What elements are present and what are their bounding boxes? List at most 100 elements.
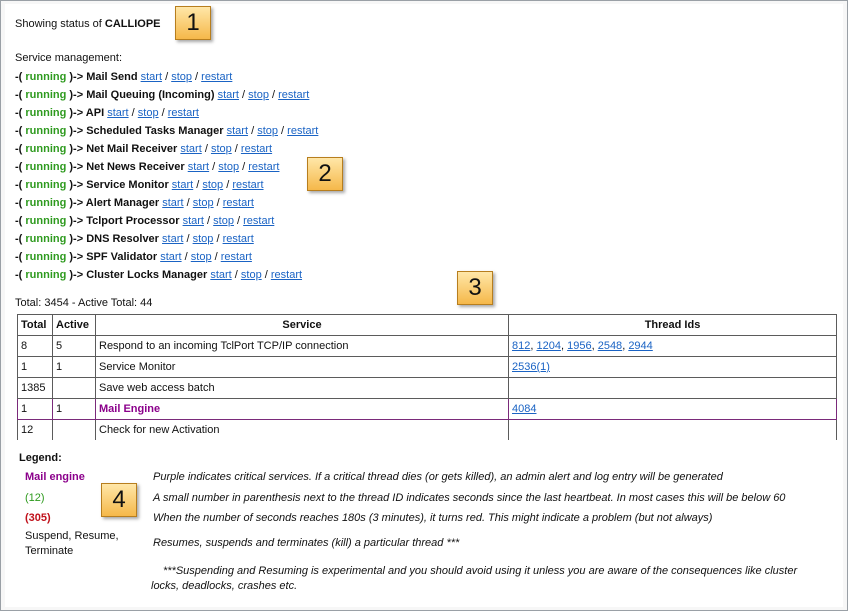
service-stop-link[interactable]: stop: [138, 107, 159, 119]
service-start-link[interactable]: start: [162, 233, 183, 245]
service-start-link[interactable]: start: [180, 143, 201, 155]
service-prefix: -(: [15, 161, 23, 173]
service-status: running: [25, 125, 67, 137]
cell-total: 1: [17, 356, 53, 378]
service-start-link[interactable]: start: [141, 71, 162, 83]
thread-id-link[interactable]: 2548: [598, 340, 622, 352]
status-heading: Showing status of CALLIOPE: [15, 18, 161, 30]
service-start-link[interactable]: start: [172, 179, 193, 191]
thread-id-link[interactable]: 812: [512, 340, 530, 352]
table-row: 8 5 Respond to an incoming TclPort TCP/IP …: [17, 335, 837, 357]
service-prefix: -(: [15, 107, 23, 119]
totals-line: Total: 3454 - Active Total: 44: [15, 297, 153, 309]
cell-service: Service Monitor: [95, 356, 509, 378]
service-restart-link[interactable]: restart: [232, 179, 263, 191]
thread-id-link[interactable]: 2536: [512, 361, 536, 373]
service-stop-link[interactable]: stop: [248, 89, 269, 101]
cell-active: [52, 377, 96, 399]
service-start-link[interactable]: start: [218, 89, 239, 101]
service-restart-link[interactable]: restart: [278, 89, 309, 101]
service-arrow: )->: [69, 179, 84, 191]
service-status: running: [25, 107, 67, 119]
service-name: Service Monitor: [86, 179, 169, 191]
service-arrow: )->: [69, 125, 84, 137]
cell-service: Check for new Activation: [95, 419, 509, 440]
service-row: -( running )-> DNS Resolver start / stop…: [15, 233, 254, 245]
cell-thread-ids: 4084: [508, 398, 837, 420]
service-restart-link[interactable]: restart: [201, 71, 232, 83]
service-stop-link[interactable]: stop: [193, 197, 214, 209]
service-prefix: -(: [15, 197, 23, 209]
service-status: running: [25, 269, 67, 281]
service-prefix: -(: [15, 125, 23, 137]
service-stop-link[interactable]: stop: [257, 125, 278, 137]
service-stop-link[interactable]: stop: [218, 161, 239, 173]
service-name: Scheduled Tasks Manager: [86, 125, 224, 137]
service-prefix: -(: [15, 251, 23, 263]
service-restart-link[interactable]: restart: [243, 215, 274, 227]
service-arrow: )->: [69, 89, 84, 101]
service-restart-link[interactable]: restart: [287, 125, 318, 137]
service-status: running: [25, 233, 67, 245]
service-prefix: -(: [15, 71, 23, 83]
service-stop-link[interactable]: stop: [171, 71, 192, 83]
status-panel: Showing status of CALLIOPE Service manag…: [0, 0, 848, 611]
cell-thread-ids: [508, 419, 837, 440]
service-prefix: -(: [15, 215, 23, 227]
service-status: running: [25, 143, 67, 155]
service-restart-link[interactable]: restart: [271, 269, 302, 281]
service-start-link[interactable]: start: [227, 125, 248, 137]
service-name: Net Mail Receiver: [86, 143, 178, 155]
service-prefix: -(: [15, 143, 23, 155]
service-arrow: )->: [69, 143, 84, 155]
service-restart-link[interactable]: restart: [221, 251, 252, 263]
service-start-link[interactable]: start: [210, 269, 231, 281]
service-start-link[interactable]: start: [188, 161, 209, 173]
service-stop-link[interactable]: stop: [193, 233, 214, 245]
table-header-row: Total Active Service Thread Ids: [17, 314, 837, 336]
service-management-title: Service management:: [15, 52, 122, 64]
service-restart-link[interactable]: restart: [248, 161, 279, 173]
thread-id-link[interactable]: 1204: [536, 340, 560, 352]
service-row: -( running )-> Mail Queuing (Incoming) s…: [15, 89, 310, 101]
service-start-link[interactable]: start: [162, 197, 183, 209]
service-arrow: )->: [69, 233, 84, 245]
table-row: 1 1 Service Monitor 2536(1): [17, 356, 837, 378]
service-stop-link[interactable]: stop: [213, 215, 234, 227]
col-thread-ids-header: Thread Ids: [508, 314, 837, 336]
service-arrow: )->: [69, 107, 84, 119]
cell-active: 5: [52, 335, 96, 357]
cell-service: Save web access batch: [95, 377, 509, 399]
service-start-link[interactable]: start: [107, 107, 128, 119]
col-active-header: Active: [52, 314, 96, 336]
service-name: Alert Manager: [85, 197, 160, 209]
service-restart-link[interactable]: restart: [168, 107, 199, 119]
service-name: Cluster Locks Manager: [86, 269, 208, 281]
service-stop-link[interactable]: stop: [211, 143, 232, 155]
thread-id-link[interactable]: 2944: [628, 340, 652, 352]
service-restart-link[interactable]: restart: [241, 143, 272, 155]
service-start-link[interactable]: start: [183, 215, 204, 227]
service-stop-link[interactable]: stop: [241, 269, 262, 281]
cell-total: 1: [17, 398, 53, 420]
service-name: API: [85, 107, 105, 119]
cell-thread-ids: 2536(1): [508, 356, 837, 378]
thread-id-link[interactable]: 1956: [567, 340, 591, 352]
callout-badge-1: 1: [175, 6, 211, 40]
legend-key-actions: Suspend, Resume, Terminate: [25, 530, 119, 557]
service-stop-link[interactable]: stop: [191, 251, 212, 263]
service-row: -( running )-> Alert Manager start / sto…: [15, 197, 254, 209]
service-restart-link[interactable]: restart: [223, 197, 254, 209]
service-row: -( running )-> Service Monitor start / s…: [15, 179, 264, 191]
thread-id-link[interactable]: 4084: [512, 403, 536, 415]
service-row: -( running )-> API start / stop / restar…: [15, 107, 199, 119]
service-prefix: -(: [15, 269, 23, 281]
service-stop-link[interactable]: stop: [202, 179, 223, 191]
heartbeat-link[interactable]: (1): [536, 361, 549, 373]
legend-key-heartbeat: (12): [25, 492, 45, 504]
service-status: running: [25, 197, 67, 209]
table-row: 1 1 Mail Engine 4084: [17, 398, 837, 420]
service-start-link[interactable]: start: [160, 251, 181, 263]
cell-active: 1: [52, 356, 96, 378]
service-restart-link[interactable]: restart: [223, 233, 254, 245]
